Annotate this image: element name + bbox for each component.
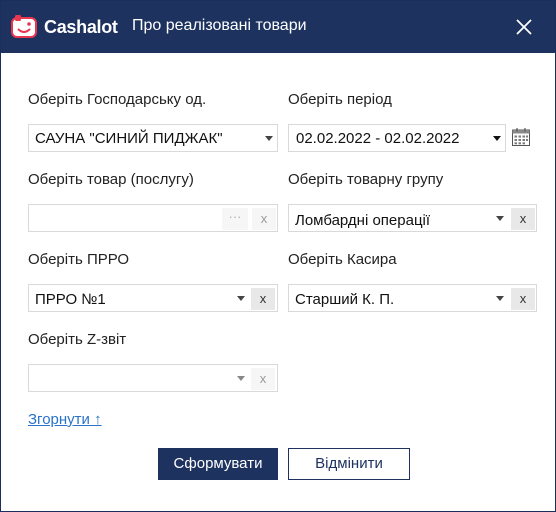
- business-unit-label: Оберіть Господарську од.: [28, 91, 207, 108]
- z-report-label: Оберіть Z-звіт: [28, 331, 127, 348]
- period-label: Оберіть період: [288, 91, 392, 108]
- chevron-down-icon[interactable]: [265, 136, 273, 141]
- dialog-title: Про реалізовані товари: [132, 17, 307, 34]
- report-dialog: Cashalot Про реалізовані товари Оберіть …: [0, 0, 556, 512]
- product-group-value: Ломбардні операції: [295, 212, 431, 229]
- clear-cashier-button[interactable]: x: [511, 288, 535, 310]
- business-unit-value: САУНА "СИНИЙ ПИДЖАК": [35, 130, 223, 147]
- collapse-link[interactable]: Згорнути ↑: [28, 411, 102, 428]
- prro-value: ПРРО №1: [35, 291, 106, 308]
- cashier-value: Старший К. П.: [295, 291, 395, 308]
- cashalot-logo: Cashalot: [11, 13, 118, 41]
- submit-button[interactable]: Сформувати: [158, 448, 278, 480]
- chevron-down-icon[interactable]: [496, 216, 504, 221]
- product-group-label: Оберіть товарну групу: [288, 171, 444, 188]
- close-icon[interactable]: [513, 16, 535, 38]
- chevron-down-icon[interactable]: [493, 136, 501, 141]
- clear-product-button[interactable]: x: [252, 208, 276, 230]
- period-picker[interactable]: 02.02.2022 - 02.02.2022: [288, 124, 506, 152]
- browse-button[interactable]: ···: [222, 208, 248, 230]
- product-group-select[interactable]: Ломбардні операції x: [288, 204, 537, 232]
- brand-name: Cashalot: [44, 16, 118, 37]
- clear-prro-button[interactable]: x: [251, 288, 275, 310]
- prro-select[interactable]: ПРРО №1 x: [28, 284, 278, 312]
- title-bar: Cashalot Про реалізовані товари: [1, 1, 555, 53]
- clear-product-group-button[interactable]: x: [511, 208, 535, 230]
- product-field[interactable]: ··· x: [28, 204, 278, 232]
- chevron-down-icon[interactable]: [237, 296, 245, 301]
- prro-label: Оберіть ПРРО: [28, 251, 130, 268]
- z-report-select[interactable]: x: [28, 364, 278, 392]
- cashalot-logo-icon: [11, 15, 37, 38]
- period-value: 02.02.2022 - 02.02.2022: [296, 130, 460, 147]
- cashier-label: Оберіть Касира: [288, 251, 397, 268]
- chevron-down-icon[interactable]: [496, 296, 504, 301]
- calendar-icon[interactable]: [511, 127, 531, 147]
- business-unit-select[interactable]: САУНА "СИНИЙ ПИДЖАК": [28, 124, 278, 152]
- clear-z-report-button[interactable]: x: [251, 368, 275, 390]
- product-label: Оберіть товар (послугу): [28, 171, 194, 188]
- cashier-select[interactable]: Старший К. П. x: [288, 284, 537, 312]
- cancel-button[interactable]: Відмінити: [288, 448, 410, 480]
- chevron-down-icon[interactable]: [237, 376, 245, 381]
